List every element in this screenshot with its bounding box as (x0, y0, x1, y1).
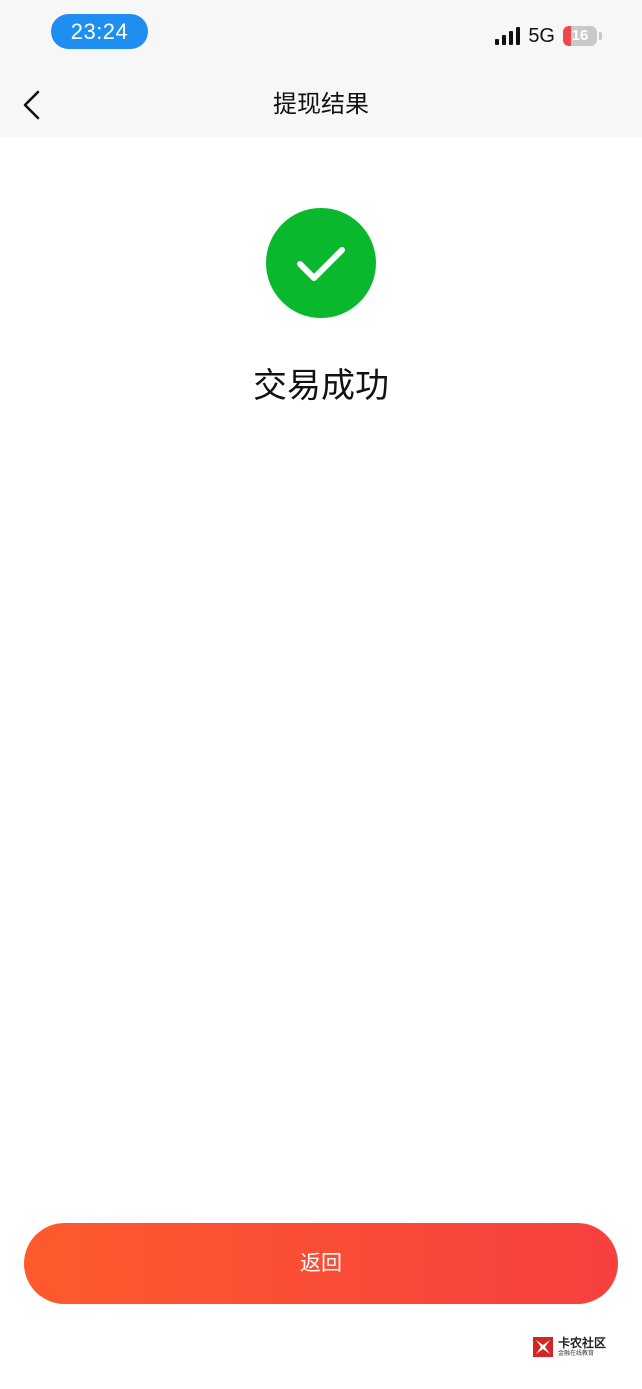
check-circle-icon (266, 208, 376, 318)
logo-icon (532, 1337, 553, 1357)
status-indicators: 5G 16 (495, 22, 602, 50)
watermark-text: 卡农社区 金融在线教育 (558, 1337, 606, 1357)
battery-cap (599, 32, 602, 40)
watermark: 卡农社区 金融在线教育 (532, 1334, 606, 1360)
watermark-subtitle: 金融在线教育 (557, 1350, 594, 1357)
withdraw-result-screen: 23:24 5G 16 提现结果 交易成功 返回 卡农社区 金融在线教育 (0, 0, 642, 1389)
return-button[interactable]: 返回 (24, 1223, 618, 1304)
network-type: 5G (528, 25, 555, 47)
battery-percent: 16 (571, 27, 589, 44)
signal-icon (495, 27, 521, 45)
result-message: 交易成功 (253, 366, 389, 406)
watermark-title: 卡农社区 (557, 1336, 606, 1350)
page-title: 提现结果 (273, 90, 369, 118)
battery-icon: 16 (563, 26, 597, 46)
header-area: 23:24 5G 16 提现结果 (0, 0, 642, 137)
status-time: 23:24 (51, 14, 148, 49)
